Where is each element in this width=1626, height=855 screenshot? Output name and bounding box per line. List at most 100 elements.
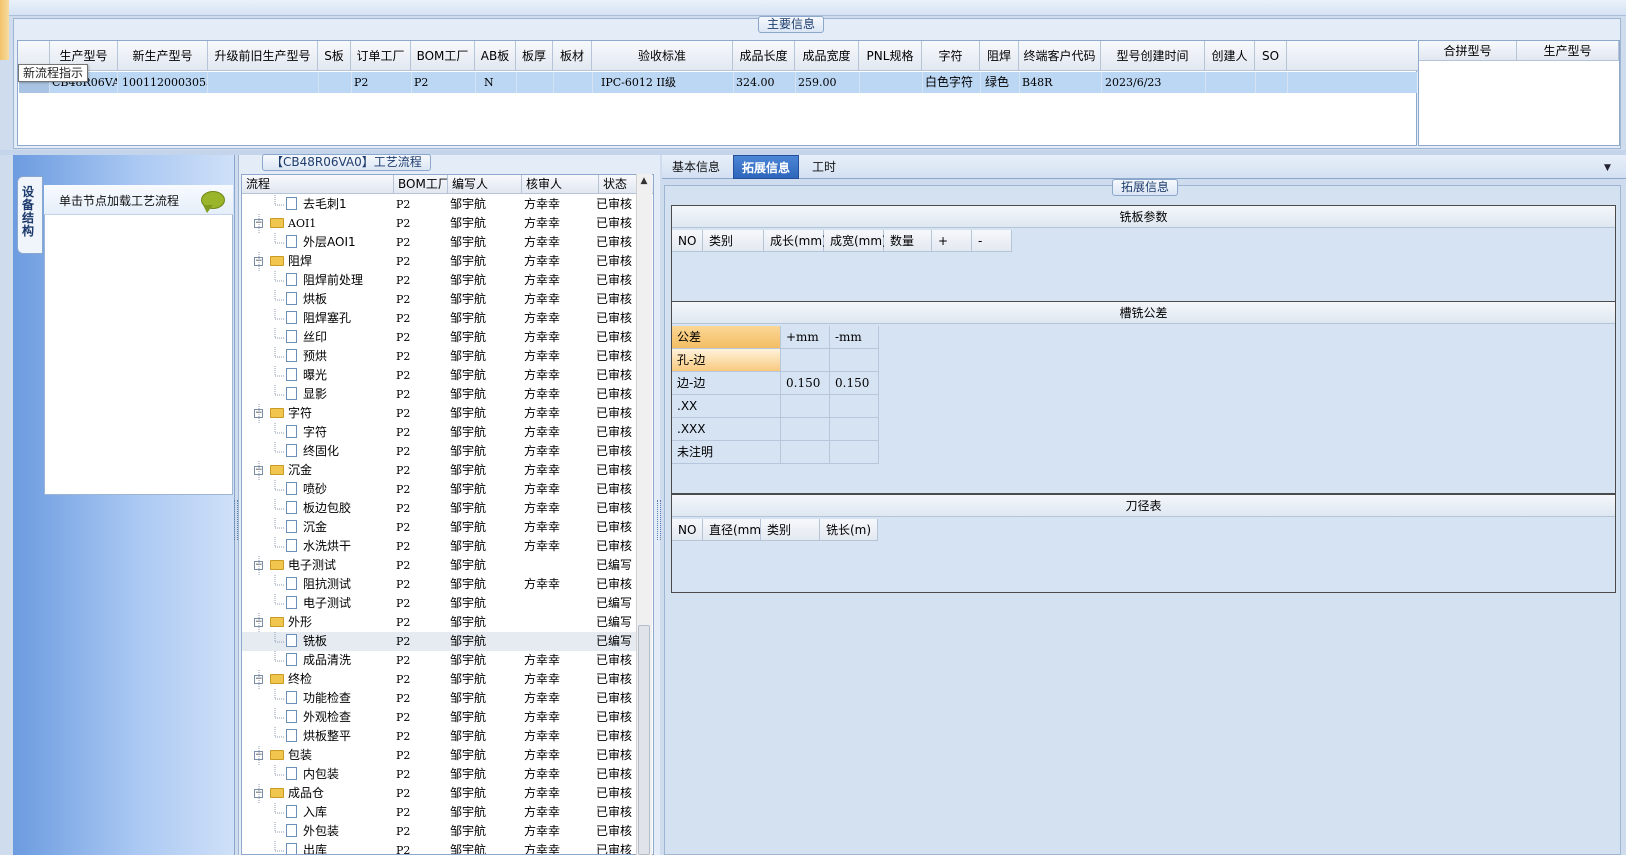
cell-reviewer: 方幸幸 <box>524 482 561 496</box>
tolerance-minus-input[interactable] <box>830 395 879 418</box>
tolerance-plus-input[interactable] <box>781 418 830 441</box>
col-header[interactable]: 直径(mm) <box>703 519 766 541</box>
cell-writer: 邹宇航 <box>450 615 487 629</box>
tree-line <box>274 442 284 453</box>
col-header[interactable]: 新生产型号 <box>118 41 208 71</box>
tree-line <box>274 537 284 548</box>
cell-reviewer: 方幸幸 <box>524 444 561 458</box>
cell-bom-factory: P2 <box>396 673 411 686</box>
col-header[interactable]: S板 <box>318 41 351 71</box>
col-header[interactable]: 成品长度 <box>733 41 795 71</box>
tolerance-plus-input[interactable] <box>781 395 830 418</box>
col-header[interactable]: 类别 <box>703 230 764 252</box>
col-header[interactable]: 创建人 <box>1205 41 1255 71</box>
table-row[interactable]: CB48R06VA0 10011200030533 P2 P2 N IPC-60… <box>19 72 1417 93</box>
col-header[interactable]: 生产型号 <box>1517 41 1619 61</box>
cell-reviewer: 方幸幸 <box>524 387 561 401</box>
col-header[interactable]: 验收标准 <box>592 41 733 71</box>
col-header[interactable]: 订单工厂 <box>351 41 411 71</box>
tree-line <box>274 309 284 320</box>
tolerance-row-label: 孔-边 <box>672 349 781 372</box>
col-header[interactable]: NO <box>672 519 703 541</box>
col-header[interactable]: SO <box>1255 41 1287 71</box>
tolerance-minus-input[interactable]: 0.150 <box>830 372 879 395</box>
cell-reviewer <box>524 556 596 575</box>
cell-reviewer: 方幸幸 <box>524 729 561 743</box>
scrollbar-thumb[interactable] <box>638 625 650 855</box>
cell-writer: 邹宇航 <box>450 672 487 686</box>
cell-reviewer: 方幸幸 <box>524 710 561 724</box>
tab-extended-info[interactable]: 拓展信息 <box>733 155 800 179</box>
tolerance-minus-input[interactable] <box>830 441 879 464</box>
scroll-up-icon[interactable]: ▲ <box>638 176 650 188</box>
col-header[interactable]: 字符 <box>922 41 980 71</box>
tree-line <box>274 290 284 301</box>
col-header[interactable]: AB板 <box>475 41 516 71</box>
col-header[interactable]: 编写人 <box>448 175 522 194</box>
col-header[interactable]: NO <box>672 230 703 252</box>
col-header[interactable]: 板材 <box>553 41 592 71</box>
tree-line <box>274 841 284 852</box>
col-header[interactable]: 核审人 <box>522 175 599 194</box>
tolerance-plus-input[interactable] <box>781 441 830 464</box>
col-header[interactable]: 数量 <box>884 230 932 252</box>
col-header[interactable]: 板厚 <box>516 41 553 71</box>
tolerance-row-label: .XXX <box>672 418 781 441</box>
cell-status: 已编写 <box>596 634 633 648</box>
tolerance-minus-input[interactable] <box>830 418 879 441</box>
col-header[interactable]: 成长(mm) <box>764 230 827 252</box>
chevron-down-icon[interactable]: ▼ <box>1604 163 1611 173</box>
cell-writer: 邹宇航 <box>450 330 487 344</box>
tab-basic-info[interactable]: 基本信息 <box>664 155 728 179</box>
cell-status: 已审核 <box>596 368 633 382</box>
cell-bom-factory: P2 <box>396 464 411 477</box>
col-header[interactable]: + <box>932 230 972 252</box>
cell-reviewer: 方幸幸 <box>524 425 561 439</box>
cell-status: 已审核 <box>596 311 633 325</box>
cell-reviewer: 方幸幸 <box>524 672 561 686</box>
extended-info-title: 拓展信息 <box>1112 179 1179 196</box>
col-header[interactable]: 型号创建时间 <box>1101 41 1205 71</box>
cell-bom-factory: P2 <box>396 388 411 401</box>
col-header-filler <box>1287 41 1418 71</box>
cell-reviewer: 方幸幸 <box>524 368 561 382</box>
tolerance-plus-input[interactable] <box>781 349 830 372</box>
col-header[interactable]: PNL规格 <box>859 41 922 71</box>
col-header[interactable]: 终端客户代码 <box>1019 41 1101 71</box>
tab-work-hours[interactable]: 工时 <box>804 155 844 179</box>
col-header[interactable]: 铣长(m) <box>820 519 878 541</box>
tree-line <box>274 803 284 814</box>
cell-bom-factory: P2 <box>396 445 411 458</box>
cell-reviewer: 方幸幸 <box>524 197 561 211</box>
cell-old-model <box>210 72 319 93</box>
tolerance-minus-input[interactable] <box>830 349 879 372</box>
col-header[interactable]: BOM工厂 <box>394 175 448 194</box>
cell-reviewer: 方幸幸 <box>524 805 561 819</box>
col-header[interactable]: 成品宽度 <box>795 41 859 71</box>
col-header[interactable]: 升级前旧生产型号 <box>208 41 318 71</box>
cell-writer: 邹宇航 <box>450 235 487 249</box>
cell-reviewer: 方幸幸 <box>524 653 561 667</box>
col-header[interactable]: 成宽(mm) <box>824 230 887 252</box>
cell-writer: 邹宇航 <box>450 710 487 724</box>
col-header[interactable]: 类别 <box>761 519 820 541</box>
cell-bom-factory: P2 <box>396 787 411 800</box>
col-header[interactable]: 合拼型号 <box>1419 41 1517 61</box>
cell-status: 已审核 <box>596 653 633 667</box>
tree-lines <box>258 195 284 852</box>
cell-writer: 邹宇航 <box>450 653 487 667</box>
col-header[interactable]: 阻焊 <box>980 41 1019 71</box>
slot-tolerance-section: 槽铣公差 公差 +mm -mm 孔-边 边-边 0.150 0.150 .XX … <box>671 301 1616 494</box>
tree-node-label: 阻焊塞孔 <box>303 311 352 325</box>
cell-reviewer: 方幸幸 <box>524 748 561 762</box>
cell-reviewer: 方幸幸 <box>524 691 561 705</box>
main-info-title: 主要信息 <box>758 16 825 33</box>
col-header[interactable]: - <box>972 230 1012 252</box>
tolerance-plus-input[interactable]: 0.150 <box>781 372 830 395</box>
cell-reviewer: 方幸幸 <box>524 273 561 287</box>
cell-reviewer: 方幸幸 <box>524 216 561 230</box>
col-header[interactable]: BOM工厂 <box>411 41 475 71</box>
tree-node-label: 成品清洗 <box>303 653 352 667</box>
panel-grip[interactable] <box>657 500 661 540</box>
process-title: 【CB48R06VA0】工艺流程 <box>262 154 431 171</box>
